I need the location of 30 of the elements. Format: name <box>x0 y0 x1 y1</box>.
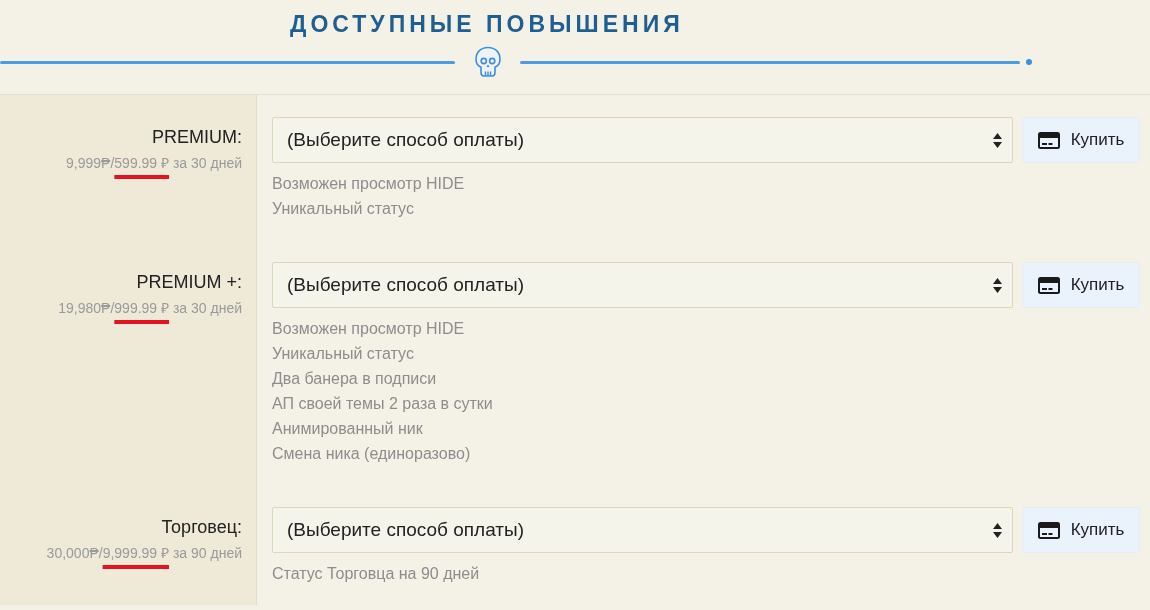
feature-text: Возможен просмотр HIDE <box>272 319 465 339</box>
credit-card-icon <box>1037 276 1060 294</box>
buy-button[interactable]: Купить <box>1022 507 1140 553</box>
plan-name: Торговец: <box>161 516 242 538</box>
skull-icon <box>474 46 502 78</box>
feature-text: Два банера в подписи <box>272 369 437 389</box>
price-text: 19,980₱/999.99 ₽ за 30 дней <box>58 299 242 318</box>
section-title: ДОСТУПНЫЕ ПОВЫШЕНИЯ <box>290 10 684 39</box>
payment-select[interactable]: (Выберите способ оплаты) <box>272 507 1013 553</box>
buy-button[interactable]: Купить <box>1022 262 1140 308</box>
feature-text: Уникальный статус <box>272 344 414 364</box>
plan-name: PREMIUM +: <box>136 271 242 293</box>
price-text: 30,000₱/9,999.99 ₽ за 90 дней <box>46 544 242 563</box>
feature-text: АП своей темы 2 раза в сутки <box>272 394 493 414</box>
dot-icon <box>1026 59 1032 65</box>
price-text: 9,999₱/599.99 ₽ за 30 дней <box>66 154 242 173</box>
feature-text: Уникальный статус <box>272 199 414 219</box>
sort-arrows-icon <box>993 132 1002 148</box>
sort-arrows-icon <box>993 522 1002 538</box>
feature-text: Смена ника (единоразово) <box>272 444 471 464</box>
feature-text: Анимированный ник <box>272 419 423 439</box>
buy-button[interactable]: Купить <box>1022 117 1140 163</box>
credit-card-icon <box>1037 131 1060 149</box>
credit-card-icon <box>1037 521 1060 539</box>
sort-arrows-icon <box>993 277 1002 293</box>
plan-name: PREMIUM: <box>152 126 242 148</box>
payment-select[interactable]: (Выберите способ оплаты) <box>272 262 1013 308</box>
feature-text: Возможен просмотр HIDE <box>272 174 465 194</box>
payment-select[interactable]: (Выберите способ оплаты) <box>272 117 1013 163</box>
feature-text: Статус Торговца на 90 дней <box>272 564 480 584</box>
